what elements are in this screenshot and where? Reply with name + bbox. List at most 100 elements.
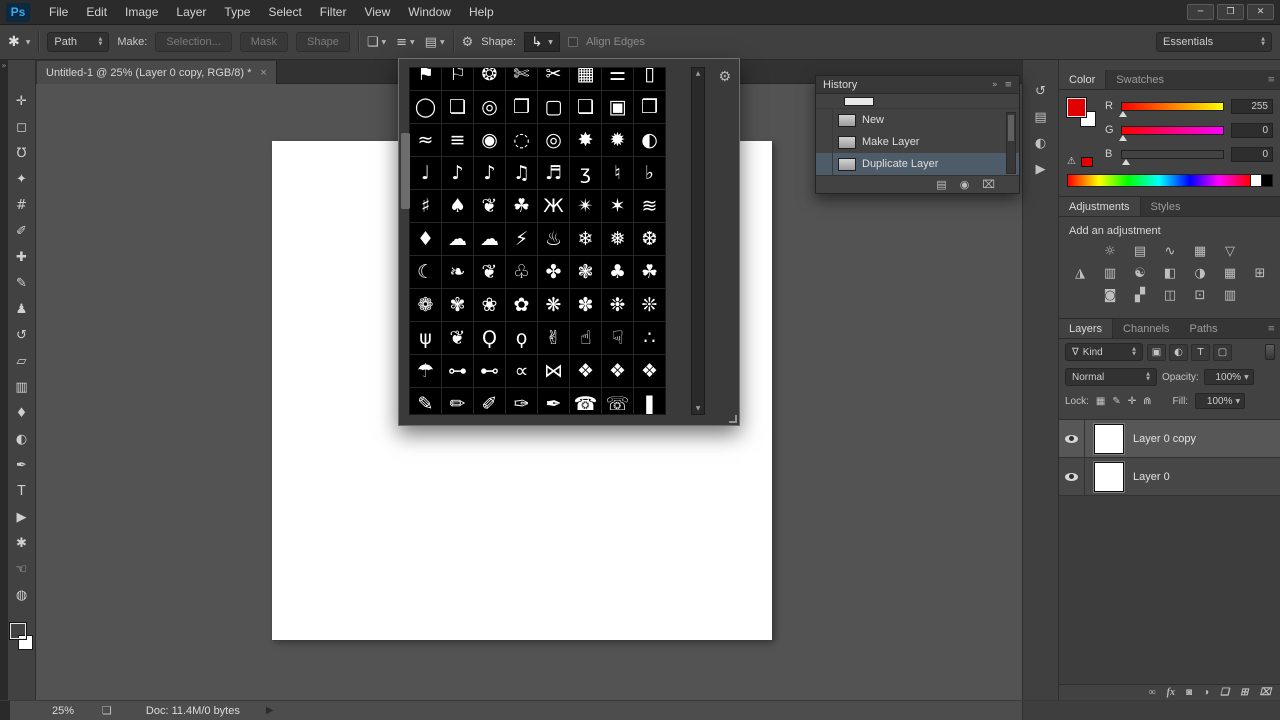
opacity-field[interactable]: 100% <box>1204 369 1254 385</box>
adjustment-icon[interactable]: ▽ <box>1222 244 1238 259</box>
shape-cell[interactable]: ◎ <box>538 124 570 157</box>
shape-cell[interactable]: ❅ <box>602 223 634 256</box>
layer-row[interactable]: Layer 0 copy <box>1059 420 1280 458</box>
history-source-checkbox[interactable] <box>816 109 833 131</box>
shape-cell[interactable]: ✑ <box>506 388 538 415</box>
tool-preset-picker[interactable]: ✱ <box>8 34 30 50</box>
shape-cell[interactable]: ✄ <box>506 67 538 91</box>
shape-cell[interactable]: ♧ <box>506 256 538 289</box>
history-state-row[interactable]: Make Layer <box>816 131 1019 153</box>
shape-cell[interactable]: ♮ <box>602 157 634 190</box>
shape-cell[interactable]: ♣ <box>602 256 634 289</box>
channel-slider-track[interactable] <box>1121 150 1224 159</box>
menu-item[interactable]: Edit <box>77 0 116 25</box>
layer-filter-dropdown[interactable]: ∇ Kind <box>1065 343 1143 361</box>
adjustment-icon[interactable]: ☼ <box>1102 244 1118 259</box>
menu-item[interactable]: File <box>40 0 77 25</box>
tab-adjustments[interactable]: Adjustments <box>1059 197 1141 216</box>
shape-cell[interactable]: ✂ <box>538 67 570 91</box>
menu-item[interactable]: Image <box>116 0 167 25</box>
adjustment-icon[interactable]: ◑ <box>1192 266 1208 281</box>
adjustment-icon[interactable]: ▦ <box>1192 244 1208 259</box>
shape-cell[interactable]: ☂ <box>410 355 442 388</box>
healing-brush-tool[interactable]: ✚ <box>10 244 34 270</box>
shape-cell[interactable]: ✿ <box>506 289 538 322</box>
history-source-checkbox[interactable] <box>816 153 833 175</box>
adjustment-icon[interactable]: ◧ <box>1162 266 1178 281</box>
clone-stamp-tool[interactable]: ♟ <box>10 296 34 322</box>
workspace-dropdown[interactable]: Essentials <box>1156 32 1272 52</box>
foreground-color-swatch[interactable] <box>1067 98 1086 117</box>
shape-cell[interactable]: ▣ <box>602 91 634 124</box>
color-spectrum-bar[interactable] <box>1067 174 1273 187</box>
gamut-warning[interactable]: ⚠ <box>1067 156 1093 167</box>
adjustment-icon[interactable]: ◙ <box>1102 288 1118 303</box>
shape-cell[interactable]: ✾ <box>442 289 474 322</box>
shape-cell[interactable]: ⚡ <box>506 223 538 256</box>
selection-button[interactable]: Selection... <box>155 32 231 52</box>
menu-item[interactable]: View <box>355 0 399 25</box>
minimize-button[interactable]: ─ <box>1187 4 1214 20</box>
visibility-toggle[interactable] <box>1059 458 1085 496</box>
shape-cell[interactable]: ❑ <box>570 91 602 124</box>
shape-cell[interactable]: ❀ <box>474 289 506 322</box>
visibility-toggle[interactable] <box>1059 420 1085 458</box>
shape-cell[interactable]: ❊ <box>634 289 666 322</box>
channel-value-field[interactable]: 255 <box>1231 99 1273 114</box>
tab-color[interactable]: Color <box>1059 70 1106 89</box>
shape-cell[interactable]: ❂ <box>474 67 506 91</box>
shape-cell[interactable]: ✴ <box>570 190 602 223</box>
filtering-toggle[interactable] <box>1265 344 1275 360</box>
shape-cell[interactable]: ♯ <box>410 190 442 223</box>
shape-cell[interactable]: ♩ <box>410 157 442 190</box>
shape-cell[interactable]: ≡ <box>442 124 474 157</box>
zoom-tool[interactable]: ◍ <box>10 582 34 608</box>
layer-style-icon[interactable]: fx <box>1167 687 1175 698</box>
shape-cell[interactable]: ▦ <box>570 67 602 91</box>
filter-adjustment-layers-icon[interactable]: ◐ <box>1169 344 1188 361</box>
dodge-tool[interactable]: ◐ <box>10 426 34 452</box>
shape-cell[interactable]: Ϙ <box>474 322 506 355</box>
crop-tool[interactable]: # <box>10 192 34 218</box>
blend-mode-dropdown[interactable]: Normal <box>1065 368 1157 386</box>
shape-cell[interactable]: ♪ <box>474 157 506 190</box>
shape-cell[interactable]: ☁ <box>442 223 474 256</box>
panel-menu-icon[interactable]: ≡ <box>1267 319 1280 338</box>
filter-shape-layers-icon[interactable]: ▢ <box>1213 344 1232 361</box>
black-swatch[interactable] <box>1261 175 1272 186</box>
adjustment-icon[interactable]: ▤ <box>1132 244 1148 259</box>
shape-cell[interactable]: ◌ <box>506 124 538 157</box>
hand-tool[interactable]: ☜ <box>10 556 34 582</box>
channel-value-field[interactable]: 0 <box>1231 147 1273 162</box>
new-layer-icon[interactable]: ⊞ <box>1240 687 1248 698</box>
shape-cell[interactable]: ✏ <box>442 388 474 415</box>
filter-type-layers-icon[interactable]: T <box>1191 344 1210 361</box>
path-selection-tool[interactable]: ▶ <box>10 504 34 530</box>
menu-item[interactable]: Type <box>215 0 259 25</box>
path-operations-icon[interactable]: ❏ <box>367 35 386 50</box>
shape-cell[interactable]: ❧ <box>442 256 474 289</box>
shape-cell[interactable]: ⊶ <box>442 355 474 388</box>
shape-cell[interactable]: ∝ <box>506 355 538 388</box>
move-tool[interactable]: ✛ <box>10 88 34 114</box>
document-tab[interactable]: Untitled-1 @ 25% (Layer 0 copy, RGB/8) *… <box>37 61 277 84</box>
shape-cell[interactable]: ✐ <box>474 388 506 415</box>
align-edges-checkbox[interactable] <box>568 37 578 47</box>
lock-all-icon[interactable]: ⋒ <box>1143 396 1151 407</box>
panel-menu-icon[interactable]: ≡ <box>1004 80 1012 90</box>
adjustment-icon[interactable]: ◮ <box>1072 266 1088 281</box>
collapsed-actions-panel-icon[interactable]: ▶ <box>1029 158 1053 180</box>
layer-row[interactable]: Layer 0 <box>1059 458 1280 496</box>
shape-cell[interactable]: ⊷ <box>474 355 506 388</box>
delete-state-icon[interactable]: ⌧ <box>982 178 995 191</box>
shape-cell[interactable]: ✹ <box>602 124 634 157</box>
adjustment-icon[interactable]: ▞ <box>1132 288 1148 303</box>
history-state-row[interactable]: New <box>816 109 1019 131</box>
shape-cell[interactable]: ◉ <box>474 124 506 157</box>
shape-cell[interactable]: ☏ <box>602 388 634 415</box>
menu-item[interactable]: Filter <box>311 0 356 25</box>
shape-cell[interactable]: ◎ <box>474 91 506 124</box>
shape-cell[interactable]: ❦ <box>474 190 506 223</box>
shape-cell[interactable]: ♦ <box>410 223 442 256</box>
shape-cell[interactable]: ≋ <box>634 190 666 223</box>
